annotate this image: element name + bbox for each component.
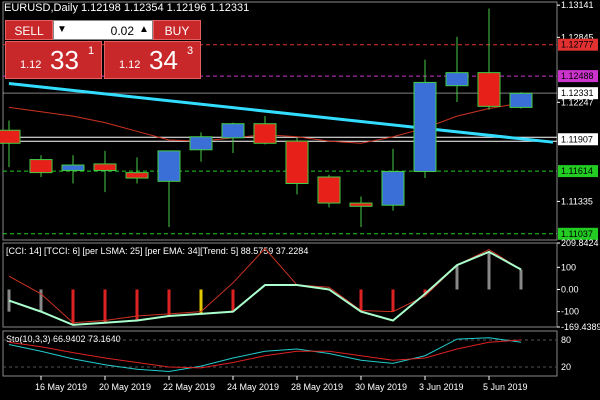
sto-indicator-title: Sto(10,3,3) 66.9402 73.1640 — [6, 334, 121, 344]
candle-body — [253, 123, 277, 144]
price-axis-label: 1.12777 — [561, 40, 594, 50]
candle-body — [477, 72, 501, 107]
symbol-header: EURUSD,Daily 1.12198 1.12354 1.12196 1.1… — [4, 2, 250, 14]
x-axis-label: 22 May 2019 — [163, 382, 215, 392]
x-axis-label: 28 May 2019 — [291, 382, 343, 392]
x-axis-label: 30 May 2019 — [355, 382, 407, 392]
buy-quote[interactable]: 1.12 34 3 — [104, 41, 201, 79]
cci-axis-label: -169.4389 — [561, 322, 600, 332]
candle-body — [157, 150, 181, 182]
price-axis-label: 1.12247 — [561, 97, 594, 107]
candle-body — [285, 140, 309, 184]
cci-axis-label: 209.8424 — [561, 238, 599, 248]
cci-series-line — [8, 250, 522, 326]
price-axis-label: 1.11614 — [561, 166, 593, 176]
one-click-trading-panel: SELL 0.02 ▼ ▲ BUY 1.12 33 1 1.12 34 3 — [5, 20, 201, 80]
x-axis-label: 3 Jun 2019 — [419, 382, 464, 392]
sto-axis-label: 20 — [561, 362, 571, 372]
x-axis-label: 20 May 2019 — [99, 382, 151, 392]
x-axis-label: 16 May 2019 — [35, 382, 87, 392]
candle-body — [349, 202, 373, 207]
price-axis-label: 1.13141 — [561, 0, 594, 10]
sell-quote-pips: 33 — [50, 45, 79, 75]
candle-body — [221, 123, 245, 139]
buy-quote-pips: 34 — [149, 45, 178, 75]
price-axis-label: 1.12488 — [561, 71, 594, 81]
candle-body — [381, 171, 405, 206]
x-axis-label: 5 Jun 2019 — [483, 382, 528, 392]
sto-axis-label: 80 — [561, 335, 571, 345]
sell-quote-fraction: 1 — [88, 45, 95, 57]
price-axis-label: 1.11907 — [561, 134, 593, 144]
candle-body — [509, 92, 533, 108]
candle-body — [189, 136, 213, 151]
candle-body — [445, 72, 469, 87]
lot-increase-icon[interactable]: ▲ — [137, 22, 151, 38]
cci-axis-label: -100 — [561, 307, 579, 317]
sell-quote-big: 1.12 — [20, 59, 42, 71]
cci-axis-label: 0.00 — [561, 284, 579, 294]
buy-button[interactable]: BUY — [153, 20, 201, 40]
sto-series-line — [8, 339, 522, 369]
candle-body — [93, 163, 117, 171]
candle-body — [125, 172, 149, 179]
candle-body — [29, 159, 53, 174]
candle-body — [413, 81, 437, 173]
cci-axis-label: 100 — [561, 262, 576, 272]
sell-button[interactable]: SELL — [5, 20, 53, 40]
candle-body — [61, 164, 85, 171]
buy-quote-fraction: 3 — [187, 45, 194, 57]
price-axis-label: 1.11335 — [561, 196, 593, 206]
x-axis-label: 24 May 2019 — [227, 382, 279, 392]
buy-quote-big: 1.12 — [119, 59, 141, 71]
sell-quote[interactable]: 1.12 33 1 — [5, 41, 102, 79]
lot-decrease-icon[interactable]: ▼ — [55, 22, 69, 38]
candle-body — [0, 129, 21, 144]
candle-body — [317, 176, 341, 204]
